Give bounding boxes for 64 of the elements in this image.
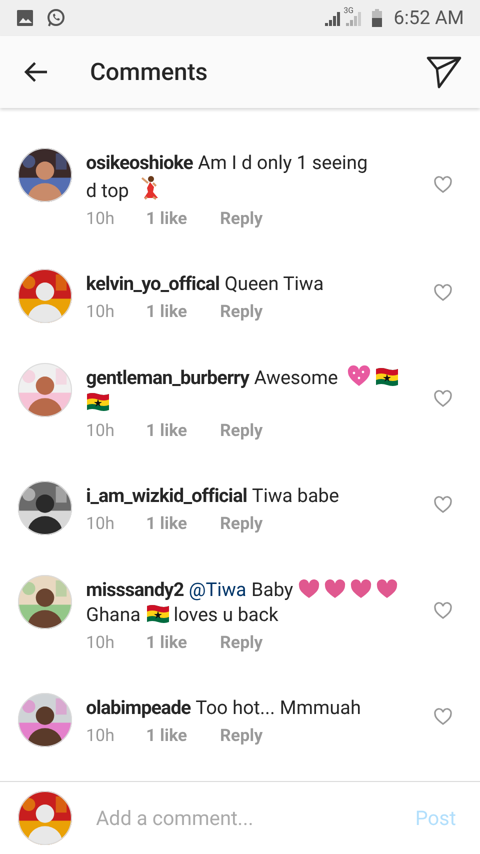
- username[interactable]: gentleman_burberry: [86, 366, 250, 389]
- username[interactable]: olabimpeade: [86, 696, 191, 719]
- timestamp: 10h: [86, 302, 116, 322]
- reply-link[interactable]: Reply: [220, 633, 263, 653]
- heart-icon: [434, 176, 452, 193]
- chat-bubble-icon: [46, 8, 66, 28]
- heart-icon: [350, 579, 372, 599]
- comment-text: Queen Tiwa: [224, 271, 324, 296]
- username[interactable]: i_am_wizkid_official: [86, 484, 248, 507]
- comment-text: d top: [86, 178, 129, 203]
- gallery-icon: [16, 9, 34, 27]
- heart-icon: [434, 708, 452, 724]
- heart-icon: [434, 284, 452, 300]
- like-button[interactable]: [434, 496, 452, 512]
- username[interactable]: kelvin_yo_offical: [86, 272, 220, 295]
- flag-icon: [146, 603, 170, 625]
- username[interactable]: osikeoshioke: [86, 151, 193, 174]
- clock: 6:52 AM: [394, 4, 464, 31]
- flag-icon: [86, 391, 110, 413]
- likes-link[interactable]: 1 like: [146, 421, 220, 441]
- timestamp: 10h: [86, 514, 116, 534]
- reply-link[interactable]: Reply: [220, 209, 263, 229]
- timestamp: 10h: [86, 726, 116, 746]
- likes-link[interactable]: 1 like: [146, 633, 220, 653]
- signal-icon: [324, 10, 341, 26]
- heart-icon: [324, 579, 346, 599]
- battery-icon: [372, 9, 382, 27]
- likes-link[interactable]: 1 like: [146, 209, 220, 229]
- like-button[interactable]: [434, 602, 452, 618]
- comment-text: Am I d only 1 seeing: [198, 150, 368, 175]
- username[interactable]: misssandy2: [86, 578, 184, 601]
- paper-plane-icon: [426, 55, 462, 89]
- mention-link[interactable]: @Tiwa: [188, 578, 246, 601]
- timestamp: 10h: [86, 209, 116, 229]
- comment-input[interactable]: Add a comment...: [96, 803, 416, 833]
- comment-text: Too hot... Mmmuah: [196, 695, 361, 720]
- comment-text: Baby: [251, 577, 294, 602]
- likes-link[interactable]: 1 like: [146, 726, 220, 746]
- likes-link[interactable]: 1 like: [146, 514, 220, 534]
- comment-text: Tiwa babe: [252, 483, 340, 508]
- heart-icon: [298, 579, 320, 599]
- comment-text: loves u back: [174, 602, 278, 627]
- like-button[interactable]: [434, 390, 452, 406]
- heart-icon: [346, 365, 371, 387]
- comment-text: Awesome: [254, 365, 338, 390]
- flag-icon: [374, 366, 399, 388]
- timestamp: 10h: [86, 421, 116, 441]
- like-button[interactable]: [434, 284, 452, 300]
- heart-icon: [376, 579, 398, 599]
- like-button[interactable]: [434, 708, 452, 724]
- reply-link[interactable]: Reply: [220, 302, 263, 322]
- comment-text: Ghana: [86, 602, 141, 627]
- heart-icon: [434, 602, 452, 618]
- likes-link[interactable]: 1 like: [146, 302, 220, 322]
- reply-link[interactable]: Reply: [220, 514, 263, 534]
- share-button[interactable]: [426, 54, 462, 90]
- heart-icon: [434, 496, 452, 512]
- timestamp: 10h: [86, 633, 116, 653]
- network-type: 3G: [344, 7, 354, 15]
- like-button[interactable]: [434, 176, 452, 193]
- page-title: Comments: [90, 57, 208, 88]
- reply-link[interactable]: Reply: [220, 421, 263, 441]
- heart-icon: [434, 390, 452, 406]
- reply-link[interactable]: Reply: [220, 726, 263, 746]
